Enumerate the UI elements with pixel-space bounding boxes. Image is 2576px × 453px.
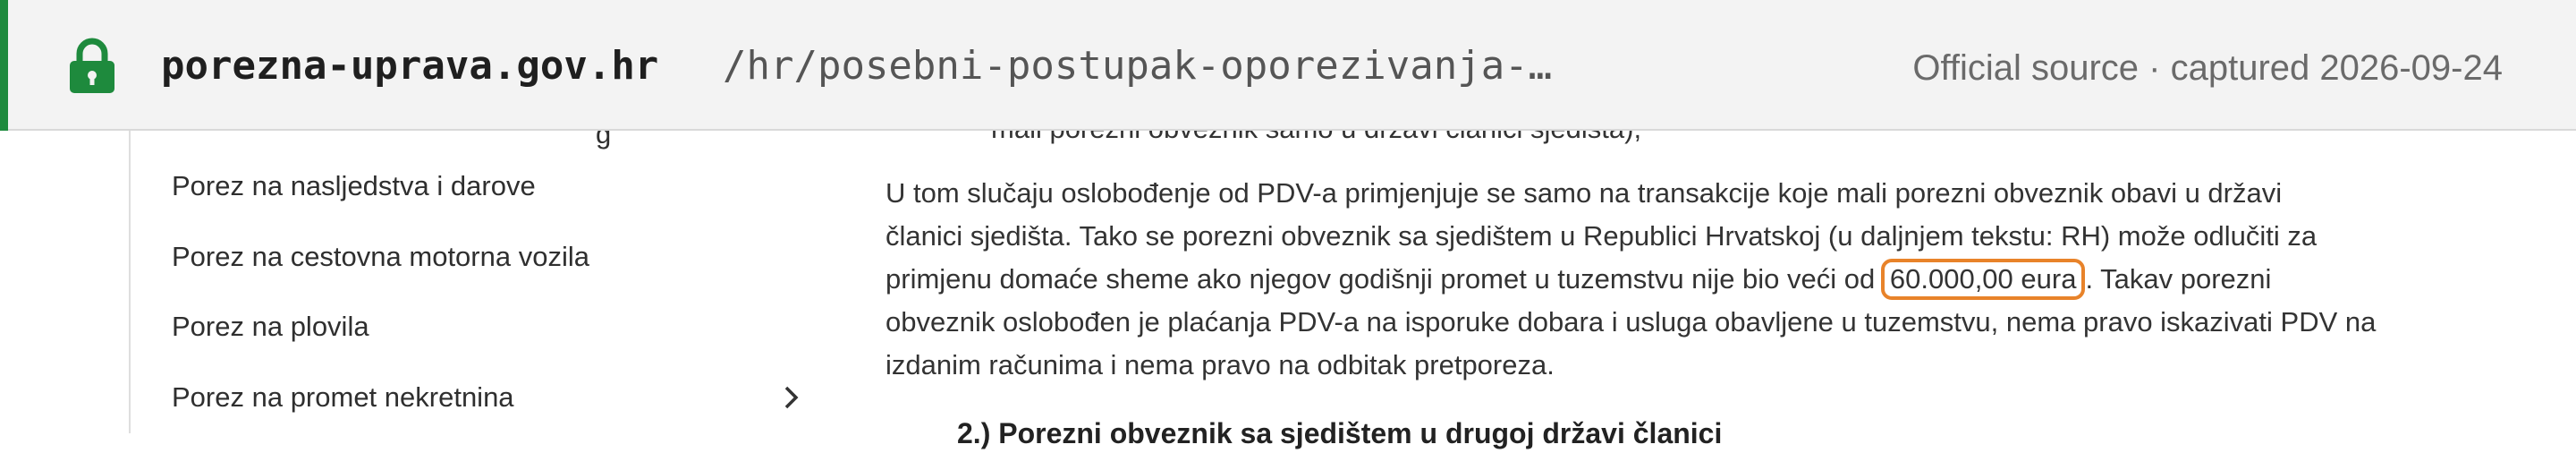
paragraph-text: primjenu domaće sheme ako njegov godišnj… [886,263,1883,295]
sidebar-item-inheritance-gift-tax[interactable]: Porez na nasljedstva i darove [172,167,536,206]
paragraph-text: . Takav porezni [2085,263,2272,295]
sidebar-item-vessel-tax[interactable]: Porez na plovila [172,307,369,346]
highlighted-threshold-amount: 60.000,00 eura [1880,259,2086,300]
paragraph-line: primjenu domaće sheme ako njegov godišnj… [886,258,2478,301]
source-path: /hr/posebni-postupak-oporezivanja-… [723,43,1553,89]
banner-accent-bar [0,0,8,131]
content-paragraph: U tom slučaju oslobođenje od PDV-a primj… [886,172,2478,387]
section-heading: 2.) Porezni obveznik sa sjedištem u drug… [957,417,1723,449]
source-banner: porezna-uprava.gov.hr /hr/posebni-postup… [0,0,2576,131]
capture-note: Official source · captured 2026-09-24 [1912,48,2503,88]
sidebar-item-motor-vehicle-tax[interactable]: Porez na cestovna motorna vozila [172,237,589,277]
main-content: mali porezni obveznik samo u državi član… [886,113,2522,449]
source-domain: porezna-uprava.gov.hr [161,43,659,89]
chevron-right-icon[interactable] [782,383,801,412]
paragraph-line: obveznik oslobođen je plaćanja PDV-a na … [886,306,2377,338]
paragraph-line: U tom slučaju oslobođenje od PDV-a primj… [886,177,2283,209]
sidebar-nav: g Porez na nasljedstva i darove Porez na… [131,118,828,433]
lock-icon [70,38,114,93]
paragraph-line: izdanim računima i nema pravo na odbitak… [886,349,1555,380]
paragraph-line: članici sjedišta. Tako se porezni obvezn… [886,220,2318,252]
sidebar-item-real-estate-transfer-tax[interactable]: Porez na promet nekretnina [172,378,514,417]
